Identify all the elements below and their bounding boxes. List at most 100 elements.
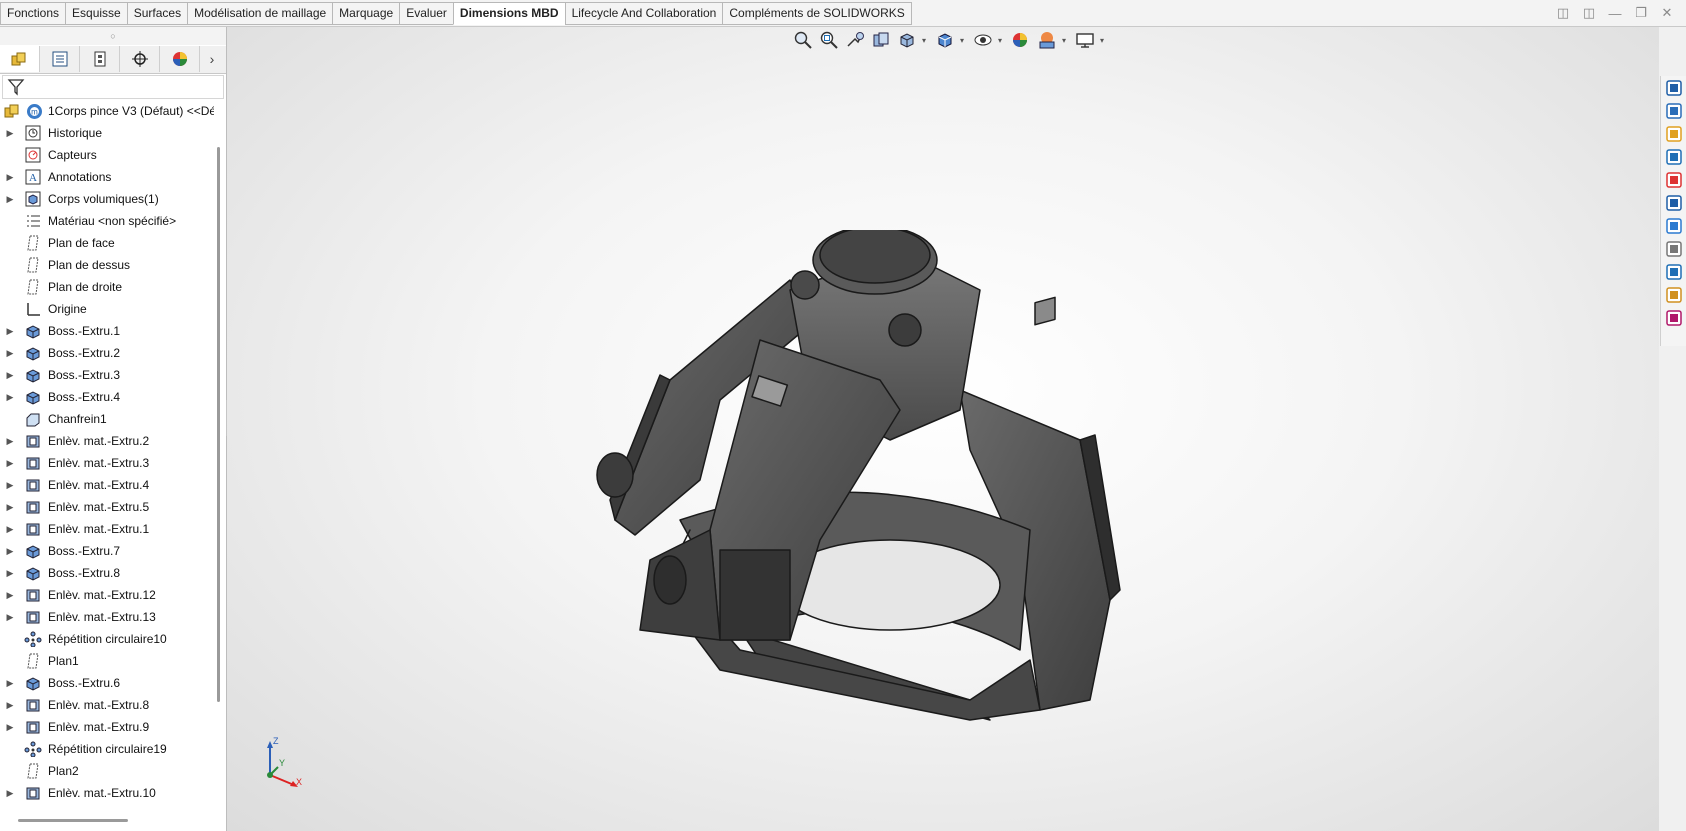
tree-node[interactable]: Répétition circulaire10 bbox=[0, 628, 214, 650]
chevron-down-icon[interactable]: ▾ bbox=[922, 36, 930, 45]
custom-properties-icon[interactable] bbox=[1662, 192, 1686, 214]
design-library-icon[interactable] bbox=[1662, 100, 1686, 122]
view-settings-icon[interactable] bbox=[1074, 29, 1096, 51]
tree-node[interactable]: ▶ Enlèv. mat.-Extru.3 bbox=[0, 452, 214, 474]
expand-arrow-icon[interactable]: ▶ bbox=[4, 320, 16, 342]
3d-content-central-icon[interactable] bbox=[1662, 238, 1686, 260]
tree-node[interactable]: Plan de droite bbox=[0, 276, 214, 298]
expand-arrow-icon[interactable]: ▶ bbox=[4, 342, 16, 364]
expand-arrow-icon[interactable]: ▶ bbox=[4, 386, 16, 408]
tree-vertical-scrollbar[interactable] bbox=[217, 147, 220, 702]
solidworks-forum-icon[interactable] bbox=[1662, 215, 1686, 237]
tree-root[interactable]: m 1Corps pince V3 (Défaut) <<Dé bbox=[0, 100, 214, 122]
ribbon-tab[interactable]: Compléments de SOLIDWORKS bbox=[722, 2, 912, 25]
tree-node[interactable]: ▶ Boss.-Extru.6 bbox=[0, 672, 214, 694]
tree-node[interactable]: Répétition circulaire19 bbox=[0, 738, 214, 760]
expand-arrow-icon[interactable]: ▶ bbox=[4, 188, 16, 210]
chevron-down-icon[interactable]: ▾ bbox=[960, 36, 968, 45]
apply-scene-icon[interactable] bbox=[1036, 29, 1058, 51]
ribbon-tab[interactable]: Lifecycle And Collaboration bbox=[564, 2, 723, 25]
tree-node[interactable]: ▶ Enlèv. mat.-Extru.13 bbox=[0, 606, 214, 628]
featuremanager-icon[interactable] bbox=[0, 46, 40, 72]
expand-arrow-icon[interactable]: ▶ bbox=[4, 364, 16, 386]
restore-left-icon[interactable]: ◫ bbox=[1550, 4, 1576, 22]
expand-arrow-icon[interactable]: ▶ bbox=[4, 562, 16, 584]
tree-node[interactable]: ▶ Boss.-Extru.3 bbox=[0, 364, 214, 386]
tree-node[interactable]: ▶ Boss.-Extru.4 bbox=[0, 386, 214, 408]
hide-show-items-icon[interactable] bbox=[972, 29, 994, 51]
ribbon-tab[interactable]: Marquage bbox=[332, 2, 400, 25]
expand-arrow-icon[interactable]: ▶ bbox=[4, 496, 16, 518]
chevron-down-icon[interactable]: ▾ bbox=[1062, 36, 1070, 45]
tree-node[interactable]: ▶ Enlèv. mat.-Extru.1 bbox=[0, 518, 214, 540]
close-icon[interactable]: ✕ bbox=[1654, 4, 1680, 22]
tree-node[interactable]: ▶ Enlèv. mat.-Extru.2 bbox=[0, 430, 214, 452]
solidworks-resources-icon[interactable] bbox=[1662, 77, 1686, 99]
display-style-icon[interactable] bbox=[934, 29, 956, 51]
tree-node[interactable]: Matériau <non spécifié> bbox=[0, 210, 214, 232]
expand-arrow-icon[interactable]: ▶ bbox=[4, 518, 16, 540]
configurationmanager-icon[interactable] bbox=[80, 46, 120, 72]
view-orientation-icon[interactable] bbox=[896, 29, 918, 51]
tree-node[interactable]: ▶ Enlèv. mat.-Extru.5 bbox=[0, 496, 214, 518]
costing-icon[interactable] bbox=[1662, 284, 1686, 306]
edit-appearance-icon[interactable] bbox=[1010, 29, 1032, 51]
tree-node[interactable]: Plan2 bbox=[0, 760, 214, 782]
propertymanager-icon[interactable] bbox=[40, 46, 80, 72]
3dexperience-icon[interactable] bbox=[1662, 307, 1686, 329]
tree-node[interactable]: Chanfrein1 bbox=[0, 408, 214, 430]
minimize-icon[interactable]: — bbox=[1602, 4, 1628, 22]
tree-node[interactable]: ▶ Boss.-Extru.1 bbox=[0, 320, 214, 342]
tree-node[interactable]: ▶ Enlèv. mat.-Extru.12 bbox=[0, 584, 214, 606]
ribbon-tab[interactable]: Dimensions MBD bbox=[452, 2, 565, 25]
expand-arrow-icon[interactable]: ▶ bbox=[4, 672, 16, 694]
tree-node[interactable]: Plan de face bbox=[0, 232, 214, 254]
maximize-icon[interactable]: ❐ bbox=[1628, 4, 1654, 22]
section-view-icon[interactable] bbox=[870, 29, 892, 51]
dimxpert-icon[interactable] bbox=[120, 46, 160, 72]
ribbon-tab[interactable]: Modélisation de maillage bbox=[187, 2, 333, 25]
view-palette-icon[interactable] bbox=[1662, 146, 1686, 168]
zoom-to-area-icon[interactable] bbox=[818, 29, 840, 51]
expand-arrow-icon[interactable]: ▶ bbox=[4, 540, 16, 562]
panel-grip[interactable]: ○ bbox=[0, 27, 226, 45]
tree-node[interactable]: ▶ Corps volumiques(1) bbox=[0, 188, 214, 210]
tree-node[interactable]: ▶ Enlèv. mat.-Extru.8 bbox=[0, 694, 214, 716]
tree-node[interactable]: ▶ Boss.-Extru.7 bbox=[0, 540, 214, 562]
expand-arrow-icon[interactable]: ▶ bbox=[4, 606, 16, 628]
ribbon-tab[interactable]: Surfaces bbox=[126, 2, 188, 25]
expand-arrow-icon[interactable]: ▶ bbox=[4, 474, 16, 496]
ribbon-tab[interactable]: Evaluer bbox=[399, 2, 453, 25]
tree-node[interactable]: ▶ A Annotations bbox=[0, 166, 214, 188]
chevron-right-icon[interactable]: › bbox=[200, 46, 224, 72]
tree-horizontal-scrollbar[interactable] bbox=[18, 819, 128, 822]
restore-right-icon[interactable]: ◫ bbox=[1576, 4, 1602, 22]
tree-node[interactable]: ▶ Boss.-Extru.8 bbox=[0, 562, 214, 584]
expand-arrow-icon[interactable]: ▶ bbox=[4, 430, 16, 452]
3d-model-gripper[interactable] bbox=[560, 230, 1140, 770]
expand-arrow-icon[interactable]: ▶ bbox=[4, 166, 16, 188]
tree-node[interactable]: ▶ Enlèv. mat.-Extru.9 bbox=[0, 716, 214, 738]
previous-view-icon[interactable] bbox=[844, 29, 866, 51]
chevron-down-icon[interactable]: ▾ bbox=[998, 36, 1006, 45]
tree-node[interactable]: ▶ Enlèv. mat.-Extru.10 bbox=[0, 782, 214, 804]
ribbon-tab[interactable]: Esquisse bbox=[65, 2, 127, 25]
tree-node[interactable]: Origine bbox=[0, 298, 214, 320]
zoom-to-fit-icon[interactable] bbox=[792, 29, 814, 51]
displaymanager-icon[interactable] bbox=[160, 46, 200, 72]
tree-node[interactable]: ▶ Historique bbox=[0, 122, 214, 144]
ribbon-tab[interactable]: Fonctions bbox=[0, 2, 66, 25]
file-explorer-icon[interactable] bbox=[1662, 123, 1686, 145]
expand-arrow-icon[interactable]: ▶ bbox=[4, 452, 16, 474]
expand-arrow-icon[interactable]: ▶ bbox=[4, 782, 16, 804]
filter-icon[interactable] bbox=[7, 78, 25, 96]
tree-node[interactable]: ▶ Enlèv. mat.-Extru.4 bbox=[0, 474, 214, 496]
tree-filter[interactable] bbox=[2, 75, 224, 99]
appearances-scenes-icon[interactable] bbox=[1662, 169, 1686, 191]
tree-node[interactable]: Capteurs bbox=[0, 144, 214, 166]
tree-node[interactable]: ▶ Boss.-Extru.2 bbox=[0, 342, 214, 364]
tree-node[interactable]: Plan de dessus bbox=[0, 254, 214, 276]
expand-arrow-icon[interactable]: ▶ bbox=[4, 716, 16, 738]
expand-arrow-icon[interactable]: ▶ bbox=[4, 122, 16, 144]
chevron-down-icon[interactable]: ▾ bbox=[1100, 36, 1108, 45]
